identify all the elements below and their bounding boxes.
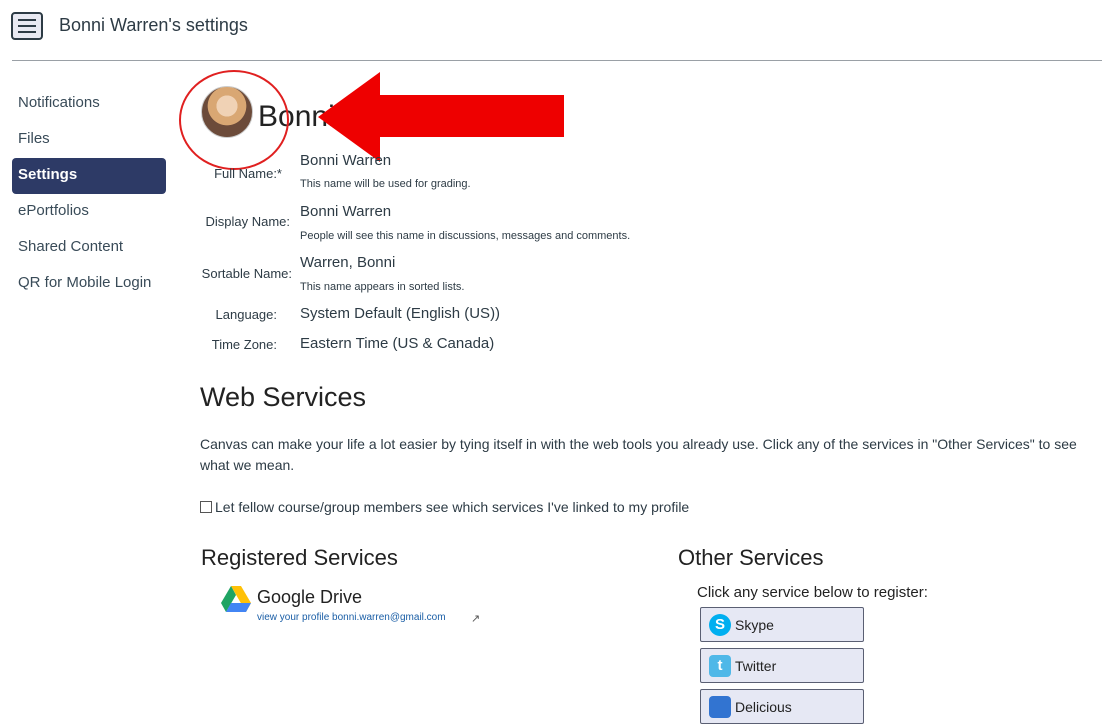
twitter-icon: t xyxy=(709,654,731,677)
other-services-hint: Click any service below to register: xyxy=(697,584,928,601)
nav-item-eportfolios[interactable]: ePortfolios xyxy=(12,194,166,230)
google-drive-name: Google Drive xyxy=(257,587,363,607)
display-name-value: Bonni Warren xyxy=(300,203,392,220)
show-services-label[interactable]: Let fellow course/group members see whic… xyxy=(215,499,689,515)
google-drive-profile-link[interactable]: view your profile bonni.warren@gmail.com xyxy=(257,612,446,623)
twitter-button[interactable]: t Twitter xyxy=(700,648,864,683)
skype-label: Skype xyxy=(735,616,774,633)
time-zone-value: Eastern Time (US & Canada) xyxy=(300,335,495,352)
delicious-label: Delicious xyxy=(735,698,792,715)
show-services-checkbox[interactable] xyxy=(200,501,212,513)
language-label: Language: xyxy=(215,307,277,322)
external-link-icon[interactable]: ↗ xyxy=(471,612,480,625)
sortable-name-label: Sortable Name: xyxy=(201,266,292,281)
nav-item-settings[interactable]: Settings xyxy=(12,158,166,194)
header: Bonni Warren's settings xyxy=(0,0,1102,60)
annotation-circle xyxy=(179,70,289,170)
show-services-option: Let fellow course/group members see whic… xyxy=(200,499,689,515)
full-name-label: Full Name:* xyxy=(214,166,282,181)
settings-nav: Notifications Files Settings ePortfolios… xyxy=(12,86,166,302)
nav-item-qr-mobile-login[interactable]: QR for Mobile Login xyxy=(12,266,166,302)
skype-icon: S xyxy=(709,613,731,636)
language-value: System Default (English (US)) xyxy=(300,305,501,322)
page-title: Bonni Warren's settings xyxy=(59,15,248,35)
display-name-label: Display Name: xyxy=(205,214,290,229)
registered-services-heading: Registered Services xyxy=(201,545,398,570)
nav-item-shared-content[interactable]: Shared Content xyxy=(12,230,166,266)
header-divider xyxy=(12,60,1102,61)
delicious-button[interactable]: Delicious xyxy=(700,689,864,724)
annotation-arrow xyxy=(318,72,564,162)
twitter-label: Twitter xyxy=(735,657,777,674)
other-services-heading: Other Services xyxy=(678,545,824,570)
display-name-hint: People will see this name in discussions… xyxy=(300,230,631,242)
web-services-heading: Web Services xyxy=(200,382,367,412)
google-drive-icon xyxy=(221,586,251,612)
time-zone-label: Time Zone: xyxy=(211,337,277,352)
sortable-name-value: Warren, Bonni xyxy=(300,254,396,271)
nav-item-notifications[interactable]: Notifications xyxy=(12,86,166,122)
delicious-icon xyxy=(709,695,731,718)
nav-item-files[interactable]: Files xyxy=(12,122,166,158)
full-name-hint: This name will be used for grading. xyxy=(300,178,471,190)
full-name-value: Bonni Warren xyxy=(300,152,392,169)
sortable-name-hint: This name appears in sorted lists. xyxy=(300,281,465,293)
skype-button[interactable]: S Skype xyxy=(700,607,864,642)
web-services-description: Canvas can make your life a lot easier b… xyxy=(200,436,1077,473)
menu-icon[interactable] xyxy=(11,12,43,40)
